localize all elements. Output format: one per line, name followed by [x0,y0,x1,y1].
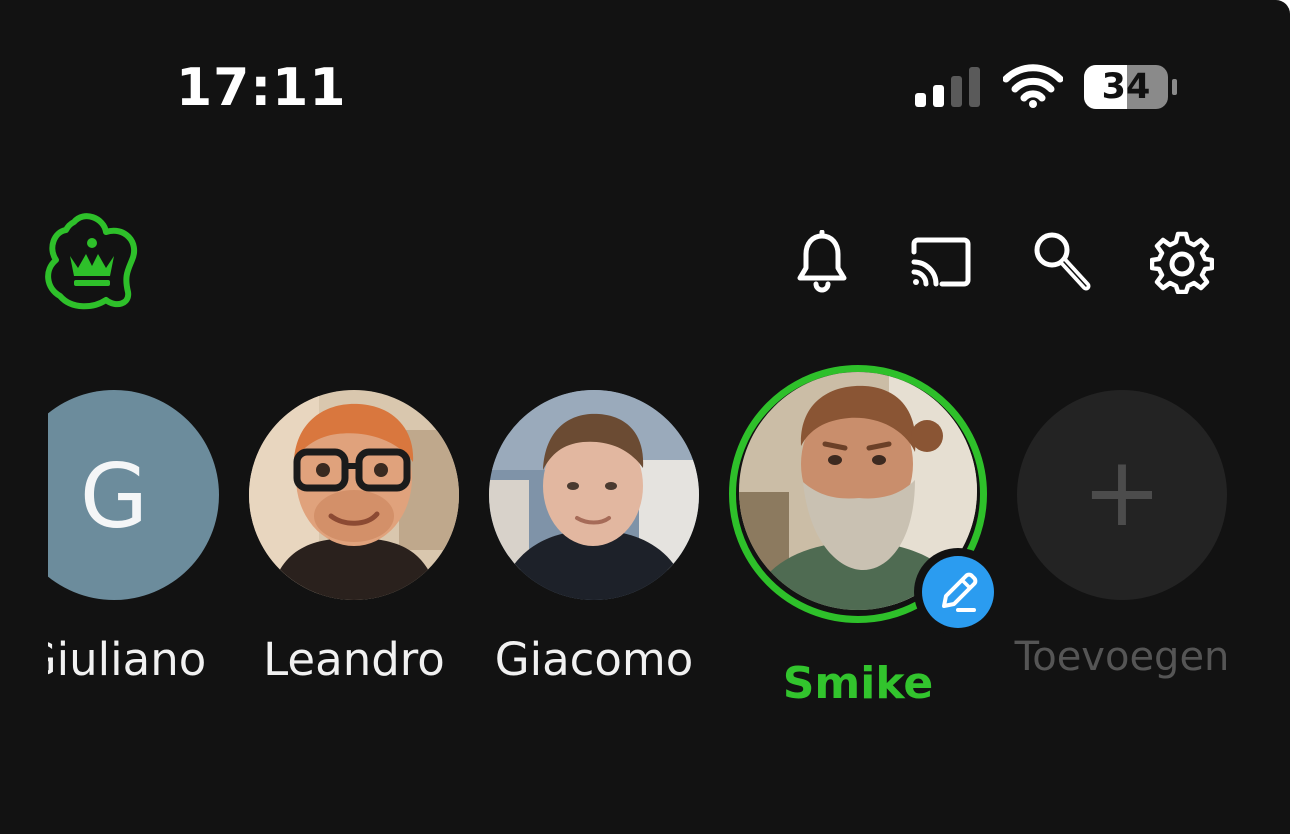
photo-avatar [489,390,699,600]
edit-profile-button[interactable] [914,548,1002,636]
profile-selection-screen: 17:11 34 G Giuliano Leandro Giacomo Smik… [0,0,1290,834]
profile-name: Giacomo [494,633,694,686]
avatar-initial: G [79,445,149,548]
profile-giacomo[interactable]: Giacomo [474,390,714,770]
wifi-icon [1003,64,1063,108]
profile-smike[interactable]: Smike [729,365,1002,770]
avatar [249,390,459,600]
avatar [489,390,699,600]
kpn-crown-logo-icon[interactable] [44,212,140,310]
status-time: 17:11 [176,58,347,118]
add-avatar: + [1017,390,1227,600]
bell-icon[interactable] [790,230,854,294]
battery-level: 34 [1101,67,1151,107]
left-edge-mask [0,360,48,720]
pencil-icon [942,572,978,612]
profile-name: Leandro [263,633,445,686]
cast-icon[interactable] [908,230,972,294]
gear-icon[interactable] [1150,230,1214,294]
plus-icon: + [1081,436,1163,548]
search-icon[interactable] [1030,230,1094,294]
profile-leandro[interactable]: Leandro [234,390,474,770]
profile-name: Smike [782,658,934,709]
cartoon-avatar-glasses [249,390,459,600]
cellular-signal-icon [915,67,980,107]
add-profile-button[interactable]: + Toevoegen [1002,390,1242,770]
add-profile-label: Toevoegen [1014,634,1230,680]
